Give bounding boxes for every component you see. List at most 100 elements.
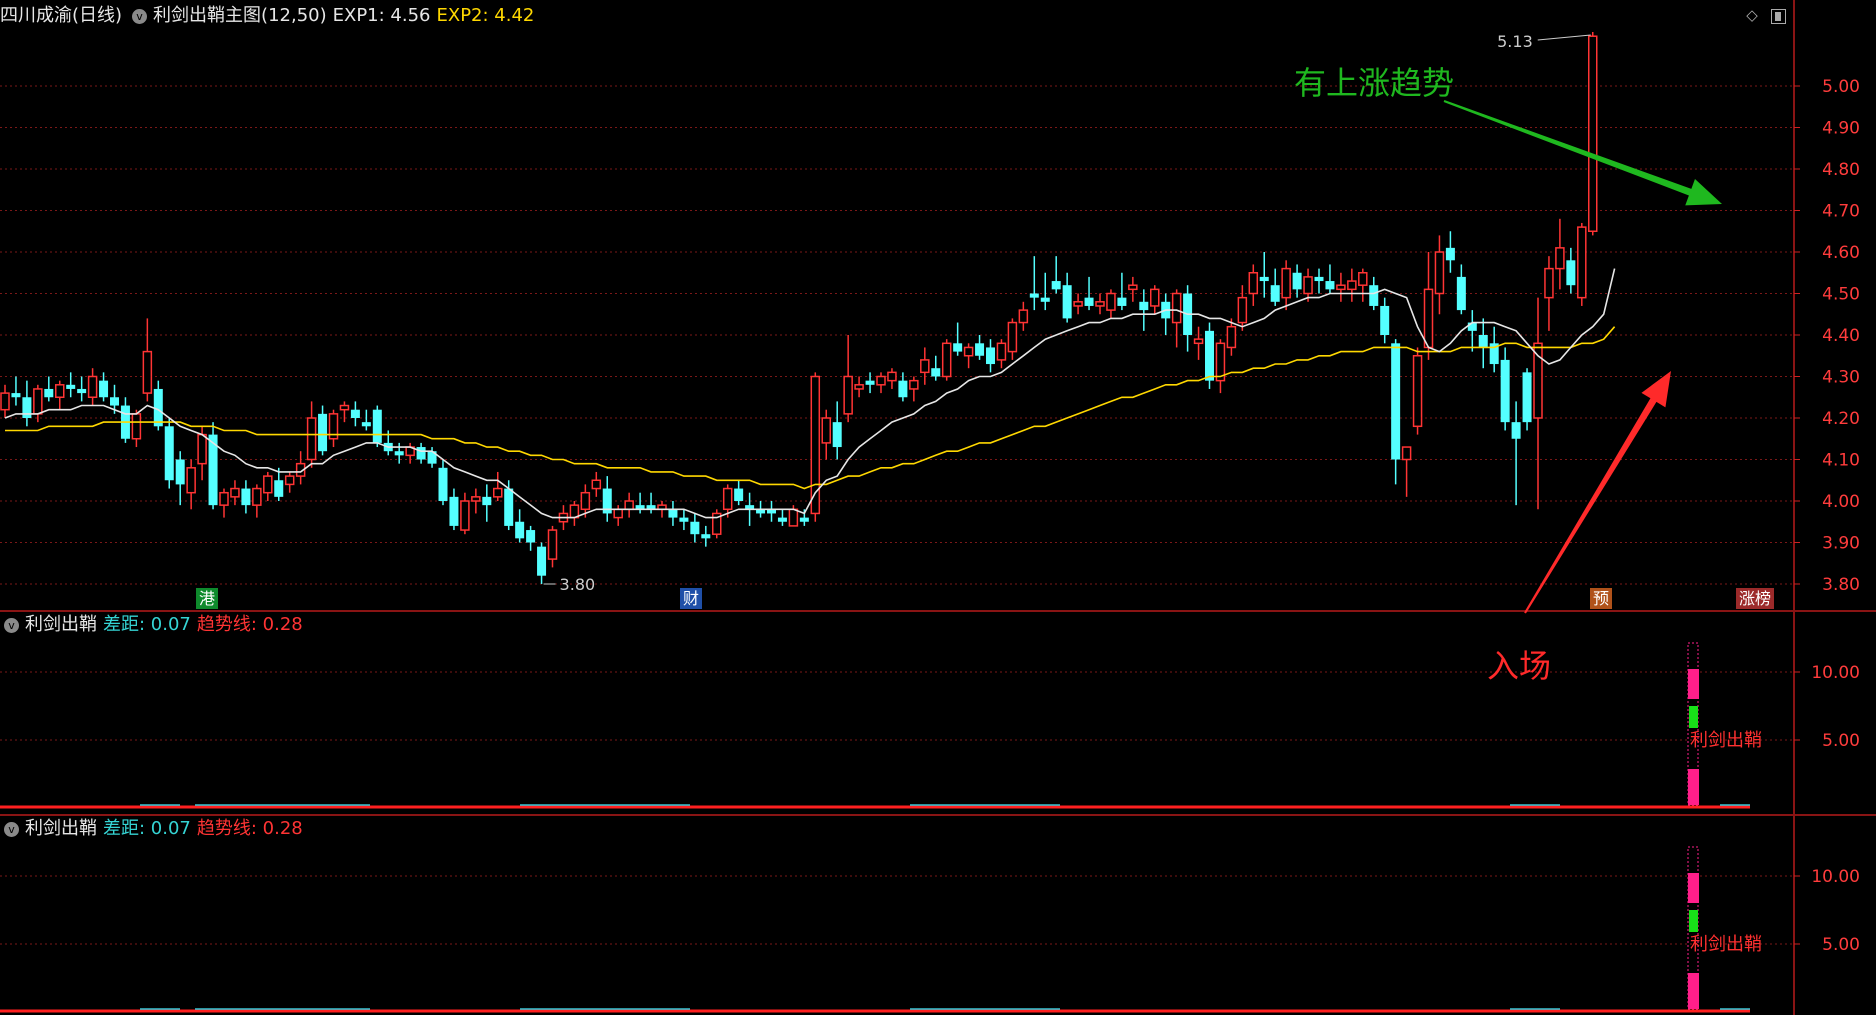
candle-body-down (22, 397, 32, 418)
sub1-name[interactable]: 利剑出鞘 (25, 611, 97, 639)
sub1-signal-label: 利剑出鞘 (1690, 730, 1762, 751)
price-axis-label: 4.20 (1822, 409, 1860, 429)
candle-body-up (1106, 292, 1116, 311)
candle-body-down (1029, 293, 1039, 298)
candle-body-down (526, 530, 536, 543)
candle-body-down (734, 488, 744, 501)
price-axis-label: 3.90 (1822, 534, 1860, 554)
candle-body-up (1588, 35, 1598, 233)
candle-body-up (493, 487, 503, 498)
candle-body-up (306, 417, 317, 461)
sub2-signal-bar-bottom (1688, 973, 1699, 1009)
candle-body-down (690, 521, 700, 535)
sub1-signal-bar-top (1688, 669, 1699, 699)
marker-hk[interactable]: 港 (196, 588, 219, 609)
candle-body-up (87, 375, 98, 398)
candle-body-up (1193, 338, 1204, 345)
price-axis-label: 4.80 (1822, 160, 1860, 180)
sub1-trend: 趋势线: 0.28 (196, 614, 303, 635)
price-axis-label: 4.60 (1822, 243, 1860, 263)
low-price-label: 3.80 (560, 575, 596, 594)
candle-body-down (110, 397, 119, 406)
candle-body-down (1139, 301, 1149, 311)
candle-body-up (963, 346, 974, 357)
candle-body-up (591, 479, 602, 490)
candle-body-up (186, 467, 196, 494)
uptrend-arrow (1443, 100, 1722, 206)
marker-zb[interactable]: 涨榜 (1736, 588, 1775, 609)
candle-body-up (1237, 296, 1248, 324)
candle-body-down (361, 422, 371, 427)
sub1-settings-icon[interactable]: v (4, 617, 19, 633)
candle-body-down (799, 517, 809, 522)
candle-body-down (701, 534, 711, 539)
candle-body-up (1095, 301, 1105, 307)
candle-body-up (1358, 272, 1368, 286)
marker-fin[interactable]: 财 (680, 588, 703, 609)
candle-body-down (1522, 372, 1532, 423)
candle-body-up (613, 508, 623, 519)
panel-toggle-icon[interactable] (1771, 9, 1786, 24)
entry-arrow-shape (1524, 371, 1671, 614)
candle-body-down (679, 517, 689, 522)
marker-pre[interactable]: 预 (1590, 588, 1613, 609)
sub1-header: v 利剑出鞘 差距: 0.07 趋势线: 0.28 (0, 611, 1790, 639)
candle-body-up (821, 417, 831, 444)
candle-body-down (416, 447, 426, 460)
stock-title[interactable]: 四川成渝(日线) (0, 2, 122, 30)
candle-body-up (1128, 284, 1138, 291)
sub2-settings-icon[interactable]: v (4, 821, 19, 837)
candle-body-down (898, 380, 908, 398)
chart-area[interactable]: 5.00 4.90 4.80 4.70 4.60 4.50 4.40 4.30 4.20 4.10… (0, 0, 1876, 1015)
candle-body-down (1369, 285, 1379, 306)
candle-body-down (482, 496, 492, 506)
candle-body-up (1226, 325, 1237, 349)
candle-body-down (1040, 297, 1050, 302)
uptrend-annotation: 有上涨趋势 (1294, 64, 1455, 102)
diamond-icon[interactable]: ◇ (1744, 7, 1760, 23)
candle-body-up (854, 384, 864, 390)
candle-body-up (230, 487, 240, 498)
candle-body-down (350, 409, 360, 418)
candle-body-up (996, 342, 1007, 361)
candle-body-down (44, 388, 54, 398)
candle-body-up (1533, 342, 1543, 419)
price-axis-label: 4.70 (1822, 202, 1860, 222)
indicator-name[interactable]: 利剑出鞘主图(12,50) (153, 2, 327, 30)
price-axis-label: 4.10 (1822, 451, 1860, 471)
candle-body-down (274, 480, 284, 497)
candle-body-down (1445, 247, 1455, 261)
candle-body-down (1117, 297, 1127, 306)
candle-body-down (438, 467, 448, 501)
candle-body-down (1062, 285, 1072, 319)
candle-body-up (471, 496, 481, 502)
price-axis-label: 4.00 (1822, 492, 1860, 512)
candle-body-up (876, 375, 886, 386)
candle-body-up (131, 413, 142, 440)
candle-body-up (1336, 284, 1346, 291)
candle-body-down (1456, 276, 1466, 311)
candle-body-down (777, 517, 787, 522)
candle-body-down (975, 343, 985, 356)
sub2-name[interactable]: 利剑出鞘 (25, 815, 97, 843)
candle-body-up (1434, 251, 1445, 295)
candle-body-down (986, 347, 995, 365)
candle-body-down (77, 388, 87, 394)
indicator-settings-icon[interactable]: v (132, 8, 148, 24)
exp2-value: EXP2: 4.42 (436, 5, 535, 26)
candle-body-down (931, 368, 941, 377)
candle-body-up (252, 487, 262, 506)
sub2-signal-bar-top (1688, 873, 1699, 903)
price-axis-label: 5.00 (1822, 77, 1860, 97)
candle-body-up (624, 500, 634, 511)
candle-body-up (1171, 292, 1182, 324)
sub2-signal-label: 利剑出鞘 (1690, 934, 1762, 955)
candle-body-up (1544, 267, 1554, 299)
candle-body-down (372, 409, 382, 443)
candle-body-up (219, 491, 229, 506)
candle-body-down (1325, 281, 1335, 290)
sub2-diff: 差距: 0.07 (103, 818, 191, 839)
candle-body-up (920, 359, 930, 374)
candle-body-up (1073, 301, 1083, 307)
candle-body-down (1270, 285, 1280, 302)
